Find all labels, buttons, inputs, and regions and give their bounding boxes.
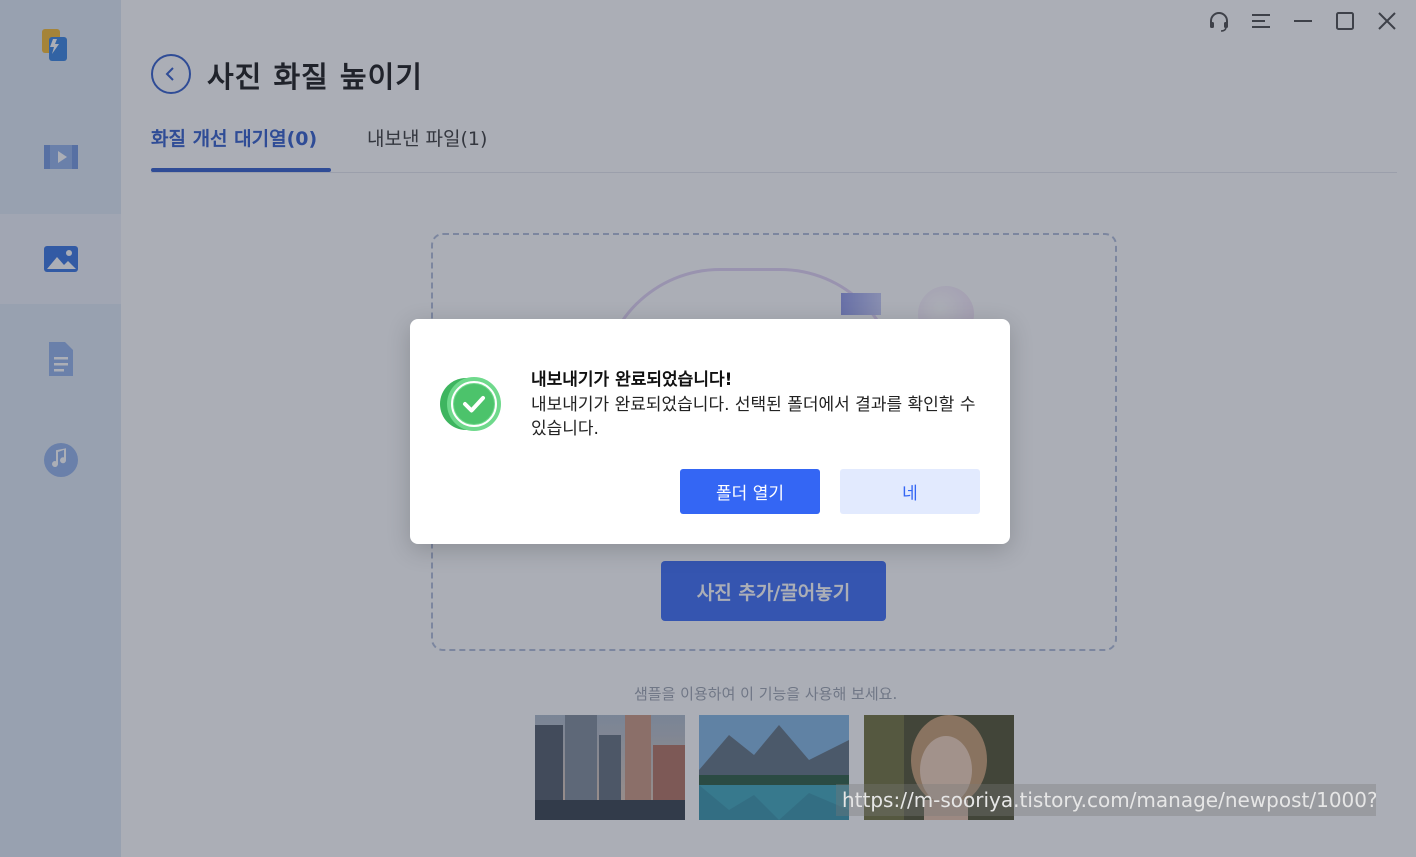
- export-complete-dialog: 내보내기가 완료되었습니다! 내보내기가 완료되었습니다. 선택된 폴더에서 결…: [410, 319, 1010, 544]
- dialog-title: 내보내기가 완료되었습니다!: [531, 370, 733, 390]
- open-folder-button[interactable]: 폴더 열기: [680, 469, 820, 514]
- dialog-message: 내보내기가 완료되었습니다. 선택된 폴더에서 결과를 확인할 수 있습니다.: [531, 395, 976, 439]
- url-watermark: https://m-sooriya.tistory.com/manage/new…: [836, 784, 1376, 816]
- confirm-button[interactable]: 네: [840, 469, 980, 514]
- success-check-icon: [440, 377, 501, 431]
